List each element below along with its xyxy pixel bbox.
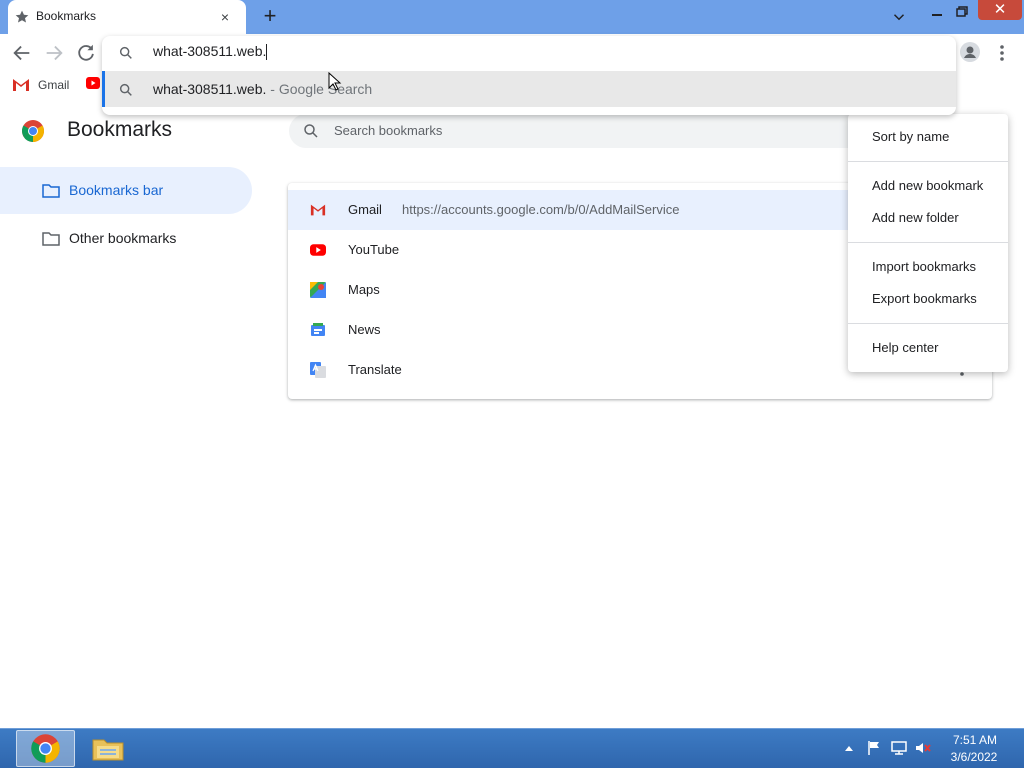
suggestion-suffix: - Google Search xyxy=(266,81,373,97)
news-icon xyxy=(311,323,325,336)
menu-item-help-center[interactable]: Help center xyxy=(872,340,938,355)
file-explorer-icon[interactable] xyxy=(91,734,125,762)
reload-icon[interactable] xyxy=(75,42,97,64)
suggestion-highlight-bar xyxy=(102,71,105,107)
bookmark-name: Maps xyxy=(348,282,380,297)
menu-item-add-new-folder[interactable]: Add new folder xyxy=(872,210,959,225)
menu-divider xyxy=(848,242,1008,243)
forward-icon[interactable] xyxy=(43,42,65,64)
bookmark-name: News xyxy=(348,322,381,337)
menu-divider xyxy=(848,323,1008,324)
restore-button[interactable] xyxy=(950,3,972,21)
chevron-down-icon[interactable] xyxy=(890,8,908,26)
new-tab-button[interactable]: + xyxy=(258,5,282,29)
tab-title: Bookmarks xyxy=(36,9,97,23)
youtube-icon xyxy=(310,244,326,256)
tab-close-button[interactable]: × xyxy=(216,8,234,26)
sidebar-item-label: Bookmarks bar xyxy=(69,182,164,198)
star-icon xyxy=(15,10,29,23)
translate-icon xyxy=(310,362,326,378)
address-bar-input[interactable]: what-308511.web. xyxy=(153,43,266,59)
minimize-button[interactable] xyxy=(926,3,948,21)
suggestion-query: what-308511.web. xyxy=(153,81,267,97)
sidebar-item-other-bookmarks[interactable]: Other bookmarks xyxy=(69,230,176,246)
search-icon xyxy=(119,83,132,96)
menu-item-sort-by-name[interactable]: Sort by name xyxy=(872,129,949,144)
bookmark-bar-label: Gmail xyxy=(38,78,70,92)
bookmark-url: https://accounts.google.com/b/0/AddMailS… xyxy=(402,202,680,217)
profile-avatar[interactable] xyxy=(960,42,980,62)
bookmark-name: Translate xyxy=(348,362,402,377)
clock-time[interactable]: 7:51 AM xyxy=(950,733,1000,747)
maps-icon xyxy=(310,282,326,298)
bookmark-name: YouTube xyxy=(348,242,400,257)
text-caret xyxy=(266,44,267,60)
page-title: Bookmarks xyxy=(67,118,173,141)
back-icon[interactable] xyxy=(11,42,33,64)
window-close-button[interactable]: ✕ xyxy=(978,0,1022,20)
gmail-icon xyxy=(310,204,326,216)
menu-item-import-bookmarks[interactable]: Import bookmarks xyxy=(872,259,976,274)
chrome-logo-icon xyxy=(22,120,44,142)
menu-divider xyxy=(848,161,1008,162)
action-center-flag-icon[interactable] xyxy=(866,740,882,756)
more-vert-icon[interactable] xyxy=(994,42,1010,64)
mouse-cursor xyxy=(328,72,342,91)
show-hidden-icons-icon[interactable] xyxy=(844,744,854,752)
folder-icon xyxy=(42,184,60,198)
search-icon xyxy=(304,124,318,138)
youtube-icon[interactable] xyxy=(86,77,100,89)
folder-icon[interactable] xyxy=(42,232,60,246)
search-placeholder: Search bookmarks xyxy=(334,123,443,138)
network-icon[interactable] xyxy=(890,740,908,756)
organize-menu xyxy=(848,114,1008,372)
menu-item-export-bookmarks[interactable]: Export bookmarks xyxy=(872,291,977,306)
clock-date[interactable]: 3/6/2022 xyxy=(948,750,1000,764)
menu-item-add-new-bookmark[interactable]: Add new bookmark xyxy=(872,178,983,193)
volume-muted-icon[interactable] xyxy=(914,740,932,756)
search-icon xyxy=(119,46,132,59)
bookmark-name: Gmail xyxy=(348,202,382,217)
gmail-icon xyxy=(13,79,29,91)
chrome-icon xyxy=(31,734,60,763)
bookmark-bar-item-gmail[interactable]: Gmail xyxy=(12,75,69,95)
